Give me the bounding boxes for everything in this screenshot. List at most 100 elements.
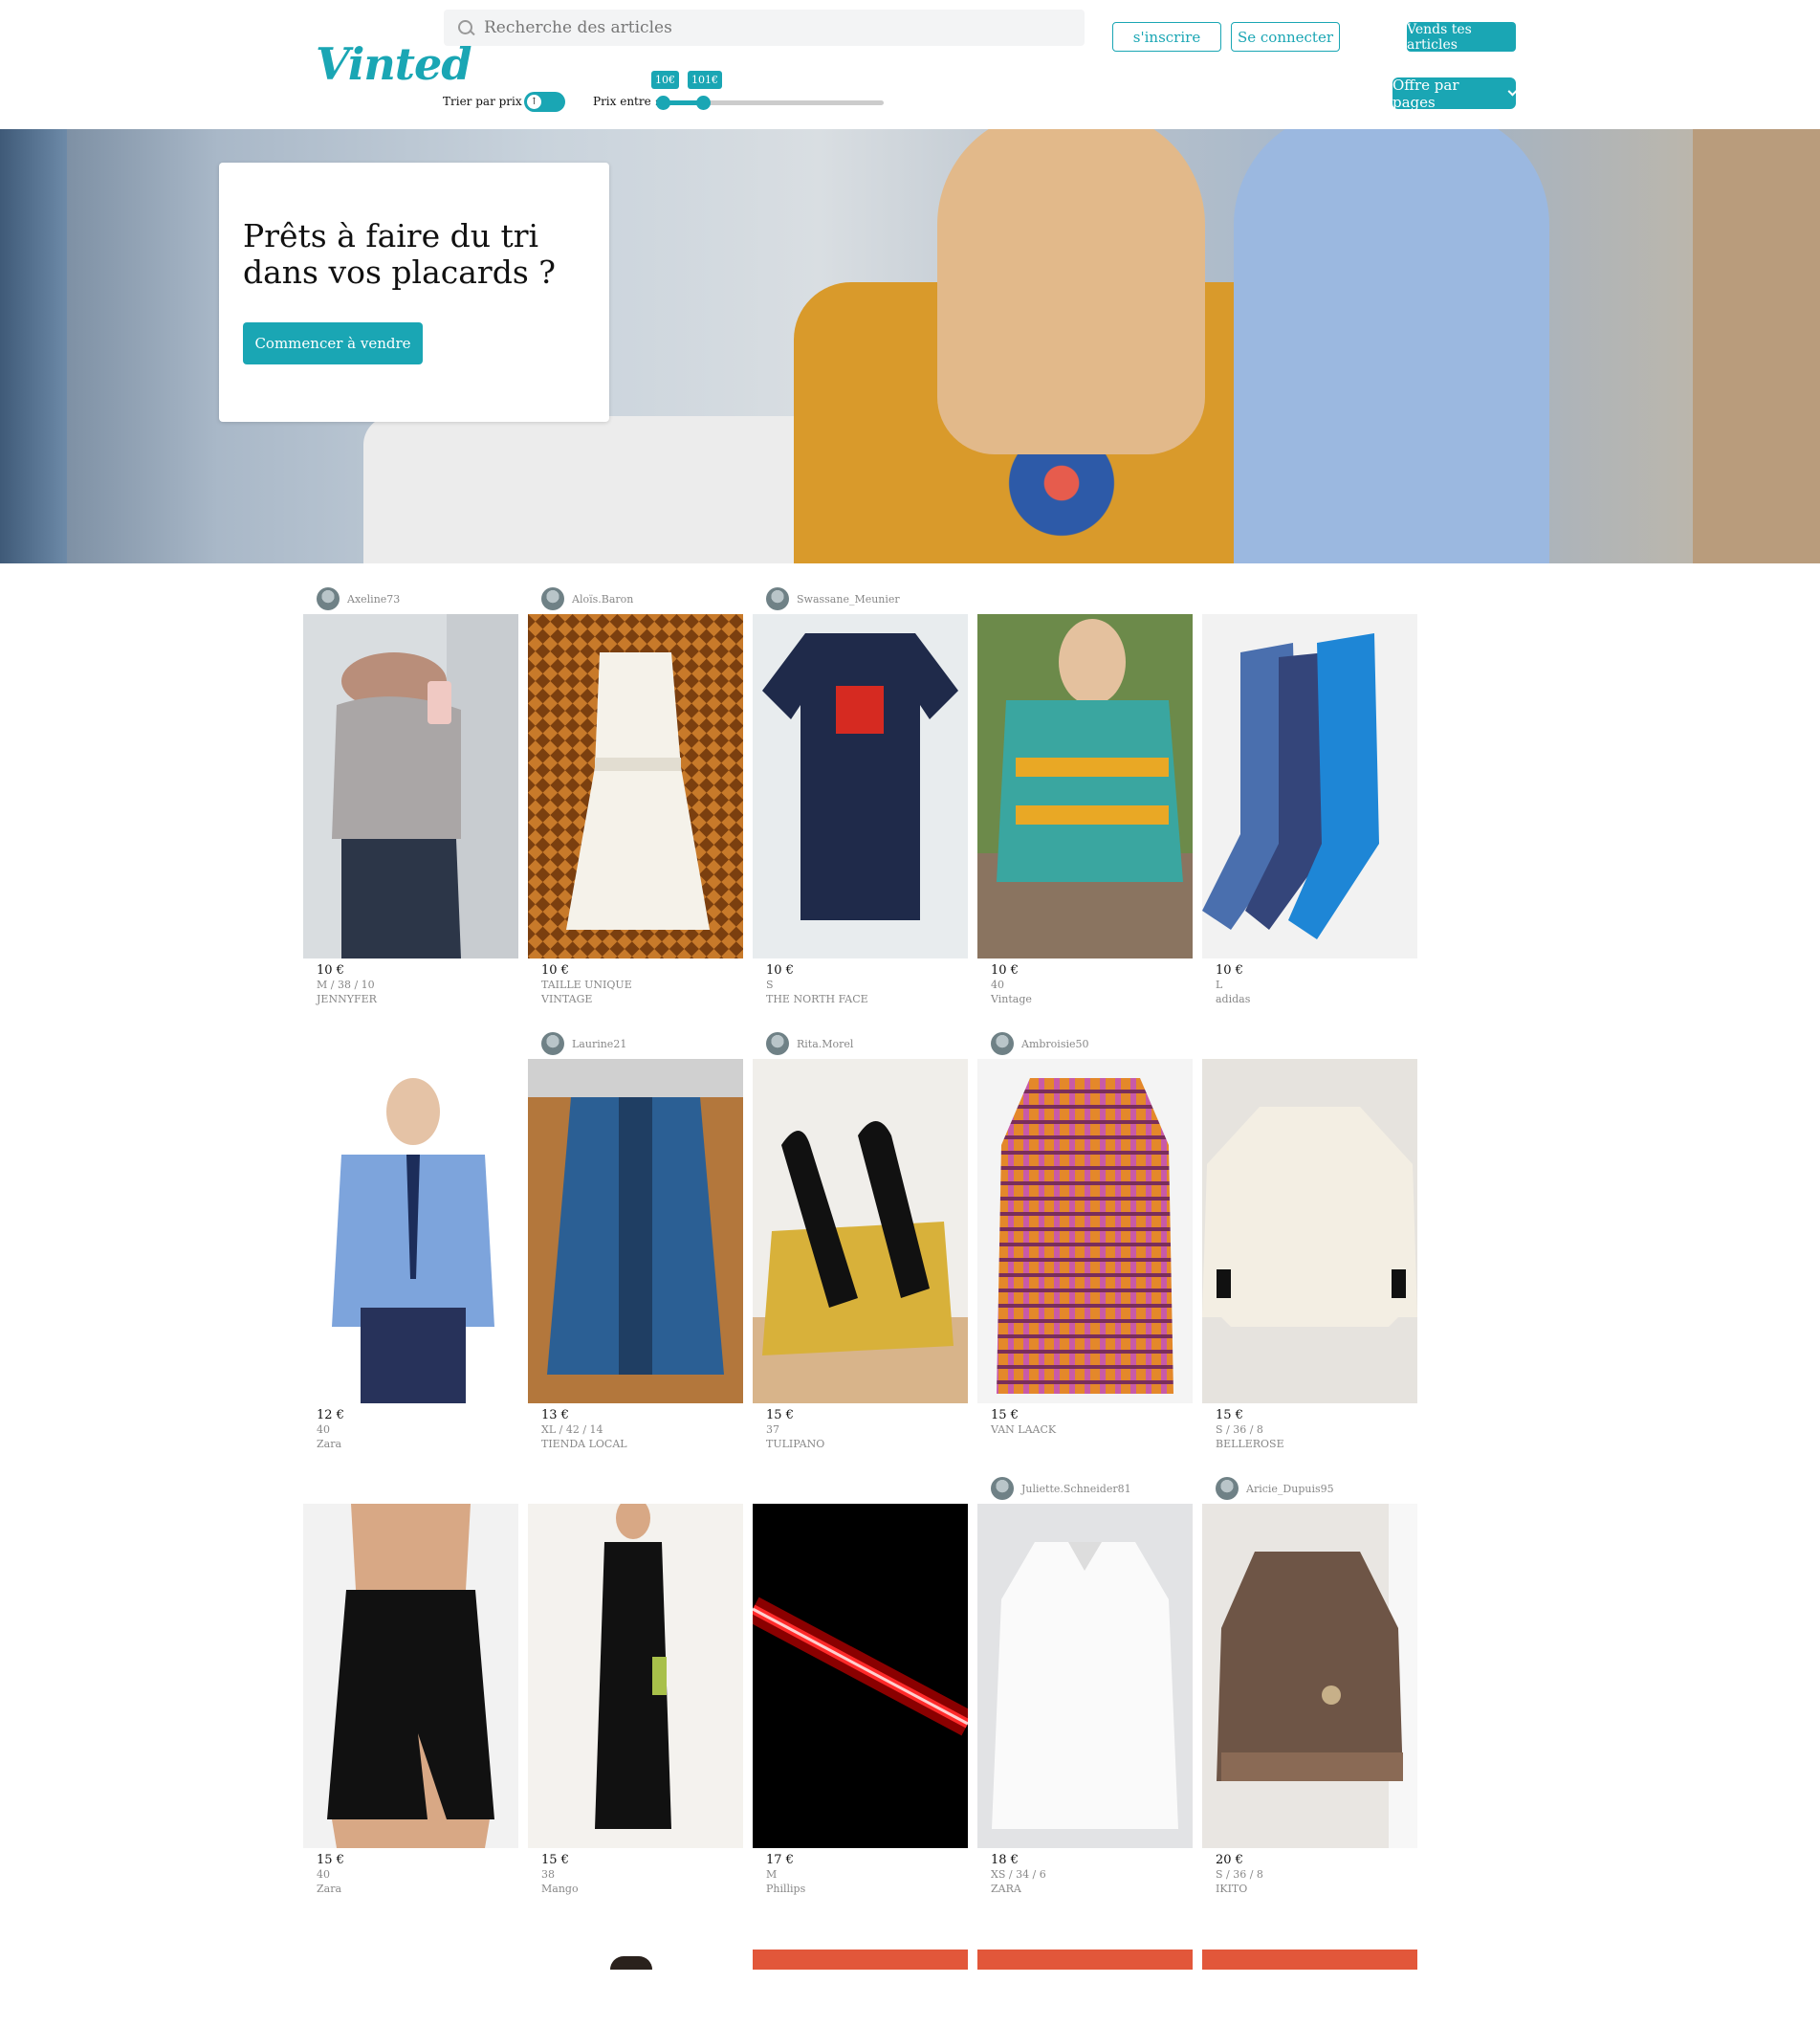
product-size: S / 36 / 8 bbox=[1216, 1423, 1263, 1436]
seller-username[interactable]: Aloïs.Baron bbox=[572, 593, 633, 606]
product-price: 15 € bbox=[317, 1853, 344, 1867]
product-size: M bbox=[766, 1868, 778, 1881]
avatar[interactable] bbox=[991, 1477, 1014, 1500]
product-size: 40 bbox=[991, 979, 1004, 991]
avatar[interactable] bbox=[541, 1032, 564, 1055]
avatar[interactable] bbox=[766, 1032, 789, 1055]
product-photo[interactable] bbox=[1202, 614, 1417, 958]
product-photo-partial[interactable] bbox=[1202, 1950, 1417, 1970]
product-size: TAILLE UNIQUE bbox=[541, 979, 632, 991]
login-button[interactable]: Se connecter bbox=[1231, 22, 1340, 52]
product-photo[interactable] bbox=[977, 1059, 1193, 1403]
arrow-up-icon: ↑ bbox=[527, 95, 541, 109]
product-photo[interactable] bbox=[303, 1504, 518, 1848]
seller-username[interactable]: Swassane_Meunier bbox=[797, 593, 900, 606]
product-brand: BELLEROSE bbox=[1216, 1438, 1284, 1450]
product-photo-partial[interactable] bbox=[610, 1956, 652, 1970]
product-photo[interactable] bbox=[977, 614, 1193, 958]
product-price: 18 € bbox=[991, 1853, 1019, 1867]
product-brand: THE NORTH FACE bbox=[766, 993, 868, 1005]
hero-card: Prêts à faire du tri dans vos placards ?… bbox=[219, 163, 609, 422]
product-size: 38 bbox=[541, 1868, 555, 1881]
product-photo[interactable] bbox=[303, 1059, 518, 1403]
product-price: 10 € bbox=[766, 963, 794, 978]
seller-info[interactable]: Swassane_Meunier bbox=[766, 586, 900, 611]
seller-info[interactable]: Ambroisie50 bbox=[991, 1031, 1089, 1056]
seller-username[interactable]: Axeline73 bbox=[347, 593, 400, 606]
product-brand: VAN LAACK bbox=[991, 1423, 1057, 1436]
product-photo[interactable] bbox=[528, 1059, 743, 1403]
product-price: 10 € bbox=[991, 963, 1019, 978]
product-size: S bbox=[766, 979, 774, 991]
product-brand: TIENDA LOCAL bbox=[541, 1438, 627, 1450]
product-photo[interactable] bbox=[753, 614, 968, 958]
seller-info[interactable]: Axeline73 bbox=[317, 586, 400, 611]
seller-username[interactable]: Ambroisie50 bbox=[1021, 1038, 1089, 1050]
seller-username[interactable]: Aricie_Dupuis95 bbox=[1246, 1483, 1334, 1495]
sell-button[interactable]: Vends tes articles bbox=[1407, 22, 1516, 53]
price-max-tooltip: 101€ bbox=[688, 71, 722, 89]
product-size: M / 38 / 10 bbox=[317, 979, 375, 991]
product-photo[interactable] bbox=[753, 1504, 968, 1848]
product-price: 10 € bbox=[541, 963, 569, 978]
avatar[interactable] bbox=[1216, 1477, 1239, 1500]
seller-username[interactable]: Juliette.Schneider81 bbox=[1021, 1483, 1131, 1495]
avatar[interactable] bbox=[541, 587, 564, 610]
search-input[interactable] bbox=[484, 18, 1058, 37]
seller-info[interactable]: Aloïs.Baron bbox=[541, 586, 633, 611]
product-price: 15 € bbox=[1216, 1408, 1243, 1422]
hero-curtain bbox=[0, 129, 67, 563]
product-brand: ZARA bbox=[991, 1883, 1021, 1895]
hero-wardrobe bbox=[1693, 129, 1820, 563]
search-bar[interactable] bbox=[444, 10, 1085, 46]
product-size: 40 bbox=[317, 1423, 330, 1436]
signup-button[interactable]: s'inscrire bbox=[1112, 22, 1221, 52]
product-photo-partial[interactable] bbox=[977, 1950, 1193, 1970]
seller-info[interactable]: Laurine21 bbox=[541, 1031, 626, 1056]
product-brand: IKITO bbox=[1216, 1883, 1248, 1895]
avatar[interactable] bbox=[317, 587, 340, 610]
hero-title: Prêts à faire du tri dans vos placards ? bbox=[243, 217, 556, 291]
product-price: 20 € bbox=[1216, 1853, 1243, 1867]
product-brand: Phillips bbox=[766, 1883, 806, 1895]
product-price: 12 € bbox=[317, 1408, 344, 1422]
seller-username[interactable]: Rita.Morel bbox=[797, 1038, 853, 1050]
offers-per-page-dropdown[interactable]: Offre par pages bbox=[1392, 76, 1518, 111]
product-size: XS / 34 / 6 bbox=[991, 1868, 1046, 1881]
product-photo[interactable] bbox=[977, 1504, 1193, 1848]
product-photo[interactable] bbox=[528, 614, 743, 958]
product-photo[interactable] bbox=[1202, 1059, 1417, 1403]
product-price: 17 € bbox=[766, 1853, 794, 1867]
product-price: 15 € bbox=[991, 1408, 1019, 1422]
site-header: Vinted s'inscrire Se connecter Vends tes… bbox=[0, 0, 1820, 129]
product-brand: Mango bbox=[541, 1883, 579, 1895]
product-price: 10 € bbox=[1216, 963, 1243, 978]
product-size: 37 bbox=[766, 1423, 779, 1436]
product-brand: TULIPANO bbox=[766, 1438, 825, 1450]
product-size: L bbox=[1216, 979, 1223, 991]
product-size: S / 36 / 8 bbox=[1216, 1868, 1263, 1881]
product-photo[interactable] bbox=[528, 1504, 743, 1848]
product-brand: JENNYFER bbox=[317, 993, 377, 1005]
price-slider-min-handle[interactable] bbox=[656, 96, 670, 110]
seller-info[interactable]: Juliette.Schneider81 bbox=[991, 1476, 1131, 1501]
price-slider-max-handle[interactable] bbox=[696, 96, 711, 110]
offers-per-page-label: Offre par pages bbox=[1392, 76, 1459, 111]
product-price: 10 € bbox=[317, 963, 344, 978]
product-photo-partial[interactable] bbox=[753, 1950, 968, 1970]
product-photo[interactable] bbox=[303, 614, 518, 958]
seller-username[interactable]: Laurine21 bbox=[572, 1038, 626, 1050]
avatar[interactable] bbox=[766, 587, 789, 610]
seller-info[interactable]: Aricie_Dupuis95 bbox=[1216, 1476, 1334, 1501]
product-brand: VINTAGE bbox=[541, 993, 593, 1005]
hero-person-left bbox=[937, 129, 1205, 454]
product-size: XL / 42 / 14 bbox=[541, 1423, 603, 1436]
product-photo[interactable] bbox=[753, 1059, 968, 1403]
vinted-logo[interactable]: Vinted bbox=[316, 38, 471, 90]
seller-info[interactable]: Rita.Morel bbox=[766, 1031, 853, 1056]
price-min-tooltip: 10€ bbox=[651, 71, 679, 89]
product-photo[interactable] bbox=[1202, 1504, 1417, 1848]
start-selling-button[interactable]: Commencer à vendre bbox=[243, 322, 423, 364]
sort-toggle[interactable]: ↑ bbox=[524, 92, 565, 112]
avatar[interactable] bbox=[991, 1032, 1014, 1055]
